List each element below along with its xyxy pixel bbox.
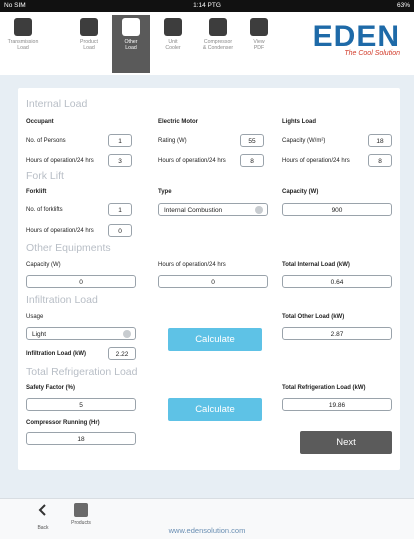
transmission-load-icon bbox=[14, 18, 32, 36]
infiltration-load-output: 2.22 bbox=[108, 347, 136, 360]
products-button[interactable]: Products bbox=[66, 503, 96, 526]
forklift-hours-label: Hours of operation/24 hrs bbox=[26, 228, 94, 234]
motor-hours-input[interactable]: 8 bbox=[240, 154, 264, 167]
lights-heading: Lights Load bbox=[282, 119, 316, 125]
forklift-capacity-label: Capacity (W) bbox=[282, 189, 319, 195]
back-arrow-icon bbox=[38, 504, 46, 516]
tab-compressor-condenser[interactable]: Compressor & Condenser bbox=[196, 15, 240, 73]
motor-rating-input[interactable]: 55 bbox=[240, 134, 264, 147]
tab-label: Unit Cooler bbox=[165, 39, 181, 51]
tab-label: View PDF bbox=[253, 39, 265, 51]
lights-hours-input[interactable]: 8 bbox=[368, 154, 392, 167]
product-load-icon bbox=[80, 18, 98, 36]
motor-hours-label: Hours of operation/24 hrs bbox=[158, 158, 226, 164]
total-refrigeration-label: Total Refrigeration Load (kW) bbox=[282, 385, 366, 391]
dropdown-indicator-icon bbox=[255, 206, 263, 214]
other-load-icon bbox=[122, 18, 140, 36]
section-total-refrigeration: Total Refrigeration Load bbox=[26, 366, 138, 378]
tab-label: Product Load bbox=[80, 39, 98, 51]
eden-logo: EDEN The Cool Solution bbox=[312, 20, 400, 58]
tab-transmission-load[interactable]: Transmission Load bbox=[4, 15, 42, 73]
logo-word: EDEN bbox=[312, 20, 400, 53]
forklift-type-value: Internal Combustion bbox=[164, 207, 223, 214]
forklift-type-select[interactable]: Internal Combustion bbox=[158, 203, 268, 216]
section-other-equipments: Other Equipments bbox=[26, 242, 111, 254]
lights-capacity-input[interactable]: 18 bbox=[368, 134, 392, 147]
lights-capacity-label: Capacity (W/m²) bbox=[282, 138, 326, 144]
compressor-icon bbox=[209, 18, 227, 36]
top-navigation: Transmission Load Product Load Other Loa… bbox=[0, 12, 414, 75]
calculate-other-load-button[interactable]: Calculate bbox=[168, 328, 262, 351]
occupant-hours-input[interactable]: 3 bbox=[108, 154, 132, 167]
form-panel: Internal Load Occupant No. of Persons 1 … bbox=[18, 88, 400, 470]
products-icon bbox=[74, 503, 88, 517]
tab-product-load[interactable]: Product Load bbox=[70, 15, 108, 73]
forklift-count-label: No. of forklifts bbox=[26, 207, 63, 213]
compressor-running-label: Compressor Running (Hr) bbox=[26, 420, 100, 426]
forklift-capacity-input[interactable]: 900 bbox=[282, 203, 392, 216]
compressor-running-input[interactable]: 18 bbox=[26, 432, 136, 445]
forklift-count-input[interactable]: 1 bbox=[108, 203, 132, 216]
equipment-capacity-input[interactable]: 0 bbox=[26, 275, 136, 288]
lights-hours-label: Hours of operation/24 hrs bbox=[282, 158, 350, 164]
calculate-total-button[interactable]: Calculate bbox=[168, 398, 262, 421]
total-internal-label: Total Internal Load (kW) bbox=[282, 262, 350, 268]
infiltration-load-label: Infiltration Load (kW) bbox=[26, 351, 86, 357]
equipment-capacity-label: Capacity (W) bbox=[26, 262, 61, 268]
persons-input[interactable]: 1 bbox=[108, 134, 132, 147]
section-infiltration-load: Infiltration Load bbox=[26, 294, 98, 306]
total-other-output: 2.87 bbox=[282, 327, 392, 340]
forklift-type-label: Type bbox=[158, 189, 172, 195]
persons-label: No. of Persons bbox=[26, 138, 66, 144]
bottom-bar: Back Products www.edensolution.com bbox=[0, 498, 414, 539]
tab-label: Other Load bbox=[124, 39, 138, 51]
forklift-hours-input[interactable]: 0 bbox=[108, 224, 132, 237]
dropdown-indicator-icon bbox=[123, 330, 131, 338]
website-link[interactable]: www.edensolution.com bbox=[0, 526, 414, 535]
tab-view-pdf[interactable]: View PDF bbox=[240, 15, 278, 73]
safety-factor-label: Safety Factor (%) bbox=[26, 385, 76, 391]
tab-other-load[interactable]: Other Load bbox=[112, 15, 150, 73]
usage-select[interactable]: Light bbox=[26, 327, 136, 340]
equipment-hours-label: Hours of operation/24 hrs bbox=[158, 262, 226, 268]
safety-factor-input[interactable]: 5 bbox=[26, 398, 136, 411]
total-other-label: Total Other Load (kW) bbox=[282, 314, 345, 320]
battery-text: 63% bbox=[396, 2, 410, 9]
pdf-icon bbox=[250, 18, 268, 36]
motor-heading: Electric Motor bbox=[158, 119, 199, 125]
next-button[interactable]: Next bbox=[300, 431, 392, 454]
tab-unit-cooler[interactable]: Unit Cooler bbox=[154, 15, 192, 73]
tab-label: Transmission Load bbox=[7, 39, 39, 51]
section-fork-lift: Fork Lift bbox=[26, 170, 64, 182]
occupant-heading: Occupant bbox=[26, 119, 54, 125]
total-refrigeration-output: 19.86 bbox=[282, 398, 392, 411]
section-internal-load: Internal Load bbox=[26, 98, 88, 110]
occupant-hours-label: Hours of operation/24 hrs bbox=[26, 158, 94, 164]
clock-text: 1:14 PTG bbox=[193, 2, 221, 9]
usage-label: Usage bbox=[26, 314, 44, 320]
usage-value: Light bbox=[32, 331, 47, 338]
total-internal-output: 0.64 bbox=[282, 275, 392, 288]
status-bar: No SIM 1:14 PTG 63% bbox=[0, 0, 414, 12]
unit-cooler-icon bbox=[164, 18, 182, 36]
forklift-heading: Forklift bbox=[26, 189, 47, 195]
equipment-hours-input[interactable]: 0 bbox=[158, 275, 268, 288]
motor-rating-label: Rating (W) bbox=[158, 138, 187, 144]
tab-label: Compressor & Condenser bbox=[202, 39, 234, 51]
